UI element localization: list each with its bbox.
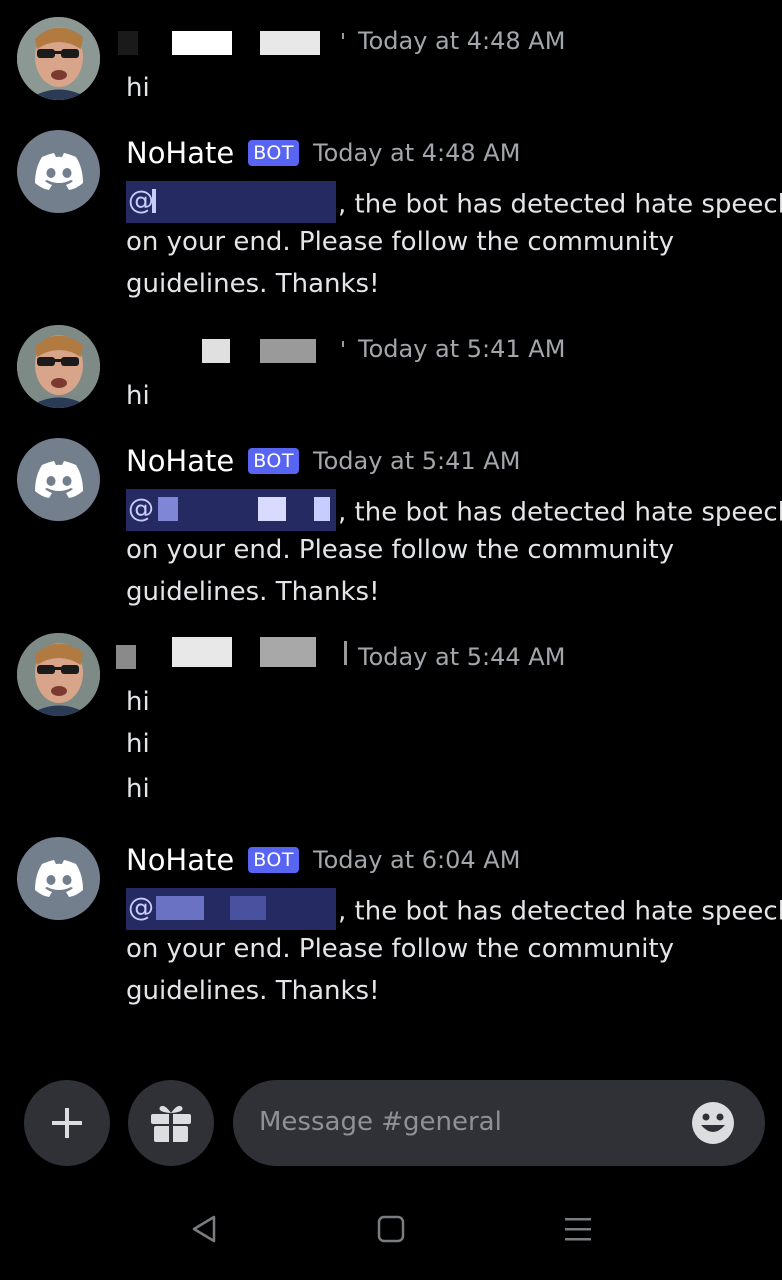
home-button[interactable] xyxy=(377,1214,405,1248)
message-header: Today at 5:41 AM xyxy=(358,335,565,363)
redacted-username xyxy=(116,27,346,59)
user-mention[interactable]: @ xyxy=(126,489,336,531)
plus-icon xyxy=(52,1108,82,1138)
timestamp: Today at 6:04 AM xyxy=(313,846,521,874)
message-text: @ , the bot has detected hate speech xyxy=(126,888,782,933)
message-input[interactable]: Message #general xyxy=(233,1080,765,1166)
message-text: hi xyxy=(126,73,150,103)
user-mention[interactable]: @ xyxy=(126,888,336,930)
menu-lines-icon xyxy=(565,1218,591,1241)
message-header: Today at 4:48 AM xyxy=(358,27,565,55)
message-header: NoHate BOT Today at 4:48 AM xyxy=(126,136,520,170)
message-text: guidelines. Thanks! xyxy=(126,976,380,1006)
message-text: @ , the bot has detected hate speech xyxy=(126,489,782,534)
message-text: hi xyxy=(126,729,150,759)
bot-avatar[interactable] xyxy=(17,130,100,213)
system-navigation-bar xyxy=(0,1196,782,1266)
timestamp: Today at 5:41 AM xyxy=(358,335,566,363)
message-text: on your end. Please follow the community xyxy=(126,535,675,565)
bot-badge: BOT xyxy=(248,140,299,166)
redacted-username xyxy=(116,637,348,669)
user-avatar[interactable] xyxy=(17,17,100,100)
message-text: hi xyxy=(126,381,150,411)
timestamp: Today at 4:48 AM xyxy=(358,27,566,55)
message-text: hi xyxy=(126,774,150,804)
author-name[interactable]: NoHate xyxy=(126,444,234,478)
message-text: hi xyxy=(126,687,150,717)
bot-badge: BOT xyxy=(248,847,299,873)
user-avatar[interactable] xyxy=(17,633,100,716)
gift-icon xyxy=(151,1105,191,1142)
author-name[interactable]: NoHate xyxy=(126,843,234,877)
gift-button[interactable] xyxy=(128,1080,214,1166)
bot-avatar[interactable] xyxy=(17,837,100,920)
message-text: guidelines. Thanks! xyxy=(126,577,380,607)
message-header: NoHate BOT Today at 6:04 AM xyxy=(126,843,520,877)
message-text: guidelines. Thanks! xyxy=(126,269,380,299)
user-avatar[interactable] xyxy=(17,325,100,408)
message-text: on your end. Please follow the community xyxy=(126,227,675,257)
back-triangle-icon xyxy=(192,1215,216,1243)
user-mention[interactable]: @ xyxy=(126,181,336,223)
add-attachment-button[interactable] xyxy=(24,1080,110,1166)
message-header: Today at 5:44 AM xyxy=(358,643,565,671)
emoji-icon[interactable] xyxy=(691,1101,735,1145)
message-header: NoHate BOT Today at 5:41 AM xyxy=(126,444,520,478)
discord-logo-icon xyxy=(34,859,83,897)
timestamp: Today at 5:41 AM xyxy=(313,447,521,475)
discord-logo-icon xyxy=(34,460,83,498)
back-button[interactable] xyxy=(190,1214,218,1248)
bot-avatar[interactable] xyxy=(17,438,100,521)
message-composer: Message #general xyxy=(0,1078,782,1168)
message-input-placeholder: Message #general xyxy=(259,1107,502,1137)
redacted-username xyxy=(116,335,346,367)
timestamp: Today at 5:44 AM xyxy=(358,643,566,671)
author-name[interactable]: NoHate xyxy=(126,136,234,170)
home-square-icon xyxy=(377,1215,405,1243)
message-text: @ , the bot has detected hate speech xyxy=(126,181,782,226)
recents-button[interactable] xyxy=(563,1214,593,1248)
message-text: on your end. Please follow the community xyxy=(126,934,675,964)
bot-badge: BOT xyxy=(248,448,299,474)
timestamp: Today at 4:48 AM xyxy=(313,139,521,167)
discord-logo-icon xyxy=(34,152,83,190)
